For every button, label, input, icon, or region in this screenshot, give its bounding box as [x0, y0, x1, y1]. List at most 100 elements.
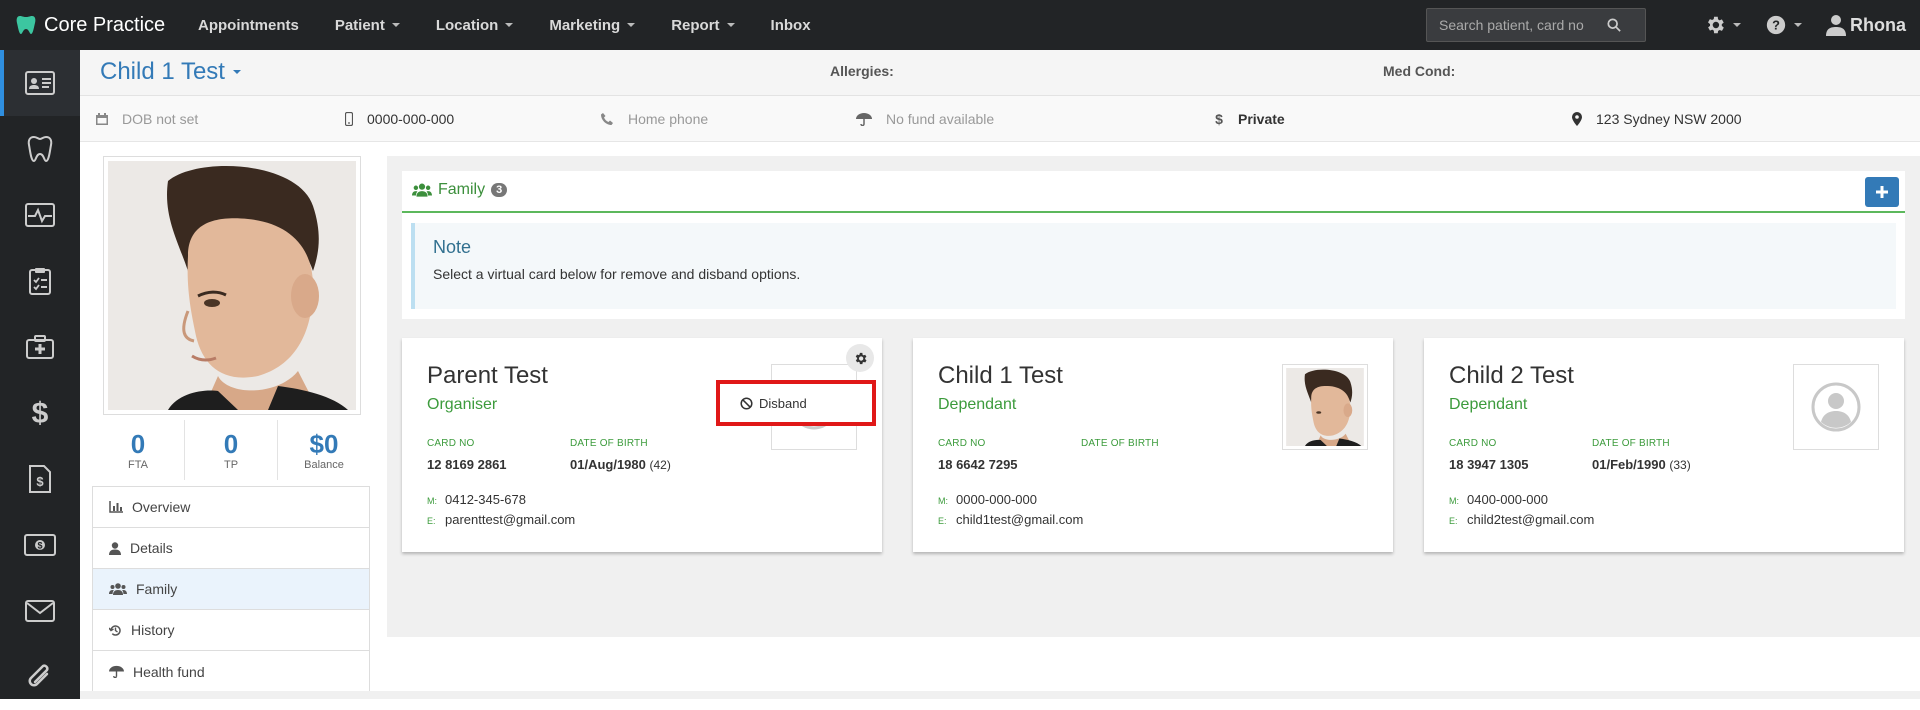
menu-item-family[interactable]: Family [93, 569, 369, 610]
card-options-button[interactable] [846, 344, 874, 372]
family-card[interactable]: Child 2 Test Dependant CARD NO DATE OF B… [1424, 338, 1904, 552]
nav-location[interactable]: Location [418, 0, 532, 50]
health-fund-field[interactable]: No fund available [856, 96, 994, 142]
add-family-member-button[interactable] [1865, 177, 1899, 207]
help-menu[interactable]: ? [1753, 0, 1814, 50]
user-menu[interactable]: Rhona [1814, 0, 1920, 50]
card-no-value: 12 8169 2861 [427, 457, 507, 472]
family-card[interactable]: Child 1 Test Dependant CARD NO DATE OF B… [913, 338, 1393, 552]
card-email: E: child2test@gmail.com [1449, 512, 1594, 527]
card-mobile: M: 0400-000-000 [1449, 492, 1548, 507]
stat-balance[interactable]: $0 Balance [278, 420, 370, 480]
stat-fta[interactable]: 0 FTA [92, 420, 185, 480]
nav-label: Appointments [198, 16, 299, 34]
stat-tp[interactable]: 0 TP [185, 420, 278, 480]
nav-label: Patient [334, 16, 385, 34]
menu-item-details[interactable]: Details [93, 528, 369, 569]
phone-icon [601, 113, 613, 125]
left-sidebar: $ $ $ [0, 50, 80, 699]
nav-report[interactable]: Report [653, 0, 752, 50]
nav-label: Marketing [549, 16, 621, 34]
card-avatar [1282, 364, 1368, 450]
card-no-value: 18 6642 7295 [938, 457, 1018, 472]
history-icon [109, 624, 121, 636]
page-footer-strip [80, 691, 1920, 699]
note-text: Select a virtual card below for remove a… [433, 266, 801, 282]
sidebar-item-invoices[interactable]: $ [0, 446, 80, 512]
sidebar-item-treatment-plan[interactable] [0, 248, 80, 314]
umbrella-icon [856, 113, 872, 126]
caret-down-icon [627, 23, 636, 27]
sidebar-item-patient-card[interactable] [0, 50, 80, 116]
nav-marketing[interactable]: Marketing [531, 0, 653, 50]
dob-date: 01/Feb/1990 [1592, 457, 1666, 472]
menu-item-label: Overview [132, 499, 191, 515]
disband-menu-item[interactable]: Disband [716, 380, 876, 426]
svg-text:$: $ [36, 474, 44, 489]
settings-menu[interactable] [1692, 0, 1753, 50]
nav-appointments[interactable]: Appointments [180, 0, 317, 50]
svg-text:$: $ [37, 541, 42, 551]
age-value: (33) [1669, 458, 1691, 472]
billing-type-field[interactable]: $ Private [1214, 96, 1285, 142]
menu-item-overview[interactable]: Overview [93, 487, 369, 528]
nav-patient[interactable]: Patient [317, 0, 418, 50]
patient-stats: 0 FTA 0 TP $0 Balance [92, 420, 370, 480]
gear-icon [855, 352, 866, 364]
email-key: E: [938, 516, 947, 526]
card-role: Organiser [427, 396, 498, 413]
avatar-placeholder-icon [1811, 382, 1861, 432]
sidebar-item-messages[interactable] [0, 578, 80, 644]
card-avatar [1793, 364, 1879, 450]
users-icon [109, 583, 127, 595]
billing-type-value: Private [1238, 111, 1285, 127]
search-icon[interactable] [1607, 18, 1621, 32]
home-phone-field[interactable]: Home phone [600, 96, 708, 142]
user-icon [109, 541, 121, 555]
stat-label: Balance [304, 459, 344, 471]
address-value: 123 Sydney NSW 2000 [1596, 111, 1742, 127]
mobile-key: M: [427, 496, 437, 506]
sidebar-item-procedures[interactable] [0, 314, 80, 380]
menu-item-health-fund[interactable]: Health fund [93, 651, 369, 692]
card-email: E: child1test@gmail.com [938, 512, 1083, 527]
caret-down-icon [726, 23, 735, 27]
nav-label: Location [435, 16, 499, 34]
brand-name: Core Practice [44, 13, 166, 36]
dob-field[interactable]: DOB not set [96, 96, 198, 142]
address-field[interactable]: 123 Sydney NSW 2000 [1572, 96, 1742, 142]
patient-photo[interactable] [103, 156, 361, 415]
card-role: Dependant [1449, 396, 1528, 413]
dob-value: DOB not set [122, 111, 199, 127]
clipboard-icon [29, 268, 51, 295]
email-key: E: [1449, 516, 1458, 526]
nav-inbox[interactable]: Inbox [753, 0, 829, 50]
family-title: Family 3 [412, 181, 508, 199]
mobile-field[interactable]: 0000-000-000 [345, 96, 454, 142]
brand[interactable]: Core Practice [0, 0, 180, 50]
menu-item-history[interactable]: History [93, 610, 369, 651]
menu-item-label: Health fund [133, 663, 205, 680]
home-phone-value: Home phone [628, 111, 709, 127]
user-name: Rhona [1850, 14, 1906, 35]
dob-value: 01/Feb/1990 (33) [1592, 457, 1691, 472]
sidebar-item-billing[interactable]: $ [0, 380, 80, 446]
paperclip-icon [28, 664, 49, 687]
mobile-value: 0412-345-678 [445, 492, 526, 507]
search-input[interactable] [1427, 17, 1607, 33]
family-card[interactable]: Parent Test Organiser CARD NO DATE OF BI… [402, 338, 882, 552]
sidebar-item-attachments[interactable] [0, 644, 80, 710]
patient-photo-image [108, 161, 356, 410]
map-marker-icon [1572, 112, 1582, 126]
nav-label: Report [671, 16, 720, 34]
patient-name-dropdown[interactable]: Child 1 Test [100, 58, 241, 86]
dob-value: 01/Aug/1980 (42) [570, 457, 671, 472]
sidebar-item-medical[interactable] [0, 182, 80, 248]
envelope-icon [25, 600, 55, 622]
dollar-icon: $ [32, 398, 49, 428]
sidebar-item-payments[interactable]: $ [0, 512, 80, 578]
card-name: Child 2 Test [1449, 362, 1574, 389]
sidebar-item-charting[interactable] [0, 116, 80, 182]
calendar-icon [96, 113, 108, 125]
users-icon [412, 183, 432, 197]
